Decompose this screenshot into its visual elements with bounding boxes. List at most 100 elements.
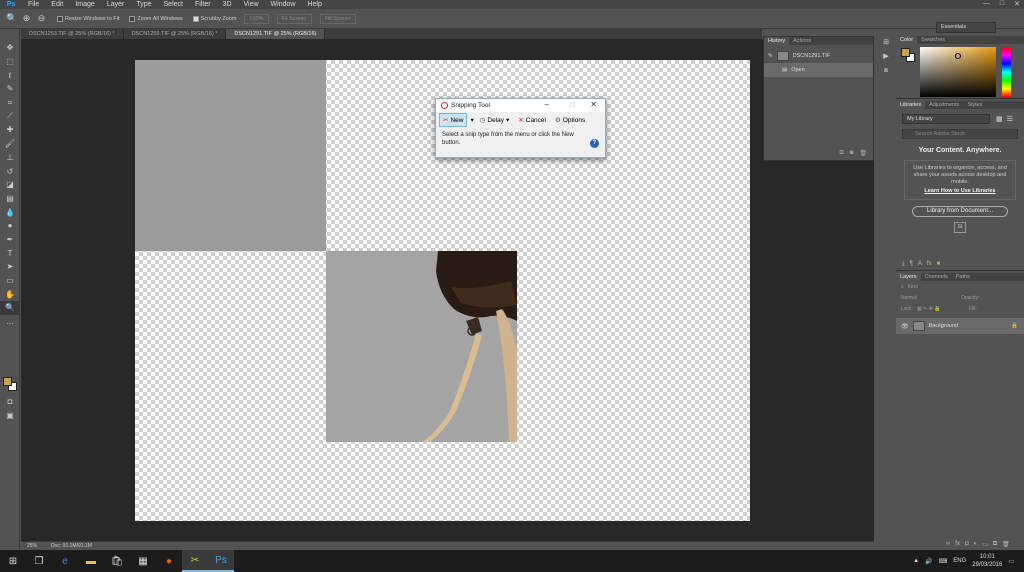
- type-tool-icon[interactable]: T: [0, 246, 20, 260]
- fill-screen-button[interactable]: Fill Screen: [319, 13, 356, 24]
- snip-minimize-button[interactable]: –: [545, 100, 549, 109]
- snip-close-button[interactable]: ✕: [590, 100, 597, 109]
- firefox-icon[interactable]: ●: [156, 550, 182, 572]
- scrubby-zoom-checkbox[interactable]: Scrubby Zoom: [192, 15, 236, 22]
- calculator-icon[interactable]: ▦: [130, 550, 156, 572]
- quick-select-tool-icon[interactable]: ✎: [0, 82, 20, 96]
- brush-tool-icon[interactable]: 🖌: [0, 137, 20, 151]
- lock-icons[interactable]: ▦ ✎ ✥ 🔒: [917, 306, 965, 312]
- gradient-tool-icon[interactable]: ▤: [0, 192, 20, 206]
- link-layers-icon[interactable]: ∞: [946, 541, 950, 548]
- color-fg-swatch[interactable]: [901, 48, 910, 57]
- volume-icon[interactable]: 🔊: [925, 558, 932, 565]
- play-icon[interactable]: ▶: [878, 50, 894, 64]
- delete-layer-icon[interactable]: 🗑: [1002, 541, 1010, 548]
- history-brush-icon[interactable]: ↺: [0, 164, 20, 178]
- zoom-in-icon[interactable]: ⊕: [21, 13, 32, 24]
- tab-styles[interactable]: Styles: [963, 101, 986, 109]
- delay-button[interactable]: ◷ Delay ▾: [477, 113, 513, 127]
- add-character-icon[interactable]: A: [918, 261, 922, 268]
- layer-style-icon[interactable]: fx: [955, 541, 960, 548]
- menu-image[interactable]: Image: [69, 1, 100, 8]
- menu-layer[interactable]: Layer: [101, 1, 131, 8]
- tab-channels[interactable]: Channels: [921, 273, 952, 281]
- menu-file[interactable]: File: [22, 1, 45, 8]
- tab-history[interactable]: History: [764, 37, 790, 45]
- history-step-open[interactable]: ▤ Open: [764, 63, 873, 77]
- workspace-select[interactable]: Essentials: [936, 22, 996, 33]
- new-snip-button[interactable]: ✂ New: [439, 113, 468, 127]
- move-tool-icon[interactable]: ✥: [0, 41, 20, 55]
- add-paragraph-icon[interactable]: ¶: [910, 261, 913, 268]
- library-from-document-button[interactable]: Library from Document...: [912, 206, 1008, 217]
- dodge-tool-icon[interactable]: ●: [0, 219, 20, 233]
- menu-3d[interactable]: 3D: [217, 1, 238, 8]
- menu-select[interactable]: Select: [158, 1, 189, 8]
- new-document-icon[interactable]: ⧉: [839, 150, 843, 160]
- path-select-tool-icon[interactable]: ➤: [0, 260, 20, 274]
- eraser-tool-icon[interactable]: ◪: [0, 178, 20, 192]
- store-icon[interactable]: 🛍: [104, 550, 130, 572]
- maximize-button[interactable]: □: [1000, 0, 1004, 8]
- zoom-out-icon[interactable]: ⊖: [36, 13, 47, 24]
- file-explorer-icon[interactable]: ▬: [78, 550, 104, 572]
- edge-icon[interactable]: e: [52, 550, 78, 572]
- pen-tool-icon[interactable]: ✒: [0, 233, 20, 247]
- layer-background[interactable]: 👁 Background 🔒: [896, 318, 1024, 334]
- grid-view-icon[interactable]: ▦: [996, 115, 1003, 123]
- stamp-tool-icon[interactable]: ⊥: [0, 151, 20, 165]
- doc-tab-1[interactable]: DSCN1253.TIF @ 25% (RGB/16) *: [21, 29, 124, 39]
- marquee-tool-icon[interactable]: ⬚: [0, 55, 20, 69]
- blend-mode-select[interactable]: Normal: [901, 295, 957, 301]
- layer-mask-icon[interactable]: ◘: [965, 541, 969, 548]
- hand-tool-icon[interactable]: ✋: [0, 287, 20, 301]
- menu-type[interactable]: Type: [130, 1, 157, 8]
- healing-tool-icon[interactable]: ✚: [0, 123, 20, 137]
- learn-libraries-link[interactable]: Learn How to Use Libraries: [909, 188, 1011, 195]
- screen-mode-icon[interactable]: ▣: [0, 409, 20, 423]
- clock[interactable]: 10:01 29/03/2016: [972, 553, 1002, 569]
- help-icon[interactable]: ?: [590, 139, 599, 148]
- add-content-icon[interactable]: ⤓: [902, 261, 905, 268]
- lasso-tool-icon[interactable]: ℓ: [0, 68, 20, 82]
- history-snapshot[interactable]: ✎ DSCN1291.TIF: [764, 49, 873, 63]
- task-view-icon[interactable]: ❐: [26, 550, 52, 572]
- zoom-level[interactable]: 25%: [27, 543, 37, 549]
- list-view-icon[interactable]: ☰: [1007, 115, 1013, 123]
- doc-tab-3[interactable]: DSCN1291.TIF @ 25% (RGB/16): [226, 29, 326, 39]
- camera-icon[interactable]: ◙: [850, 150, 854, 160]
- menu-help[interactable]: Help: [301, 1, 327, 8]
- cancel-button[interactable]: ✕ Cancel: [515, 113, 549, 127]
- notifications-icon[interactable]: ▭: [1008, 558, 1014, 565]
- trash-icon[interactable]: 🗑: [859, 150, 867, 160]
- photoshop-taskbar-icon[interactable]: Ps: [208, 550, 234, 572]
- menu-filter[interactable]: Filter: [189, 1, 217, 8]
- new-dropdown-icon[interactable]: ▾: [470, 116, 473, 124]
- menu-view[interactable]: View: [238, 1, 265, 8]
- doc-tab-2[interactable]: DSCN1259.TIF @ 25% (RGB/16) *: [124, 29, 227, 39]
- zoom-tool-icon[interactable]: 🔍: [0, 301, 20, 315]
- tab-layers[interactable]: Layers: [896, 273, 921, 281]
- resize-windows-checkbox[interactable]: Resize Windows to Fit: [57, 15, 119, 22]
- fit-screen-button[interactable]: Fit Screen: [276, 13, 312, 24]
- minimize-button[interactable]: —: [983, 0, 990, 8]
- menu-edit[interactable]: Edit: [45, 1, 69, 8]
- more-tools-icon[interactable]: …: [0, 315, 20, 329]
- keyboard-icon[interactable]: ⌨: [939, 558, 948, 565]
- library-select[interactable]: My Library: [902, 114, 990, 124]
- adjust-icon[interactable]: ⊞: [878, 36, 894, 50]
- stock-icon[interactable]: St: [954, 222, 966, 233]
- windows-start-icon[interactable]: ⊞: [0, 550, 26, 572]
- shape-tool-icon[interactable]: ▭: [0, 274, 20, 288]
- options-button[interactable]: ⚙ Options: [552, 113, 588, 127]
- new-layer-icon[interactable]: ⧉: [993, 541, 997, 548]
- eyedropper-tool-icon[interactable]: ⟋: [0, 109, 20, 123]
- zoom-100-button[interactable]: 100%: [244, 13, 269, 24]
- tab-adjustments[interactable]: Adjustments: [925, 101, 963, 109]
- snipping-tool-taskbar-icon[interactable]: ✂: [182, 550, 208, 572]
- blur-tool-icon[interactable]: 💧: [0, 205, 20, 219]
- adjustment-layer-icon[interactable]: ◐: [974, 541, 978, 548]
- network-icon[interactable]: ▲: [913, 558, 919, 564]
- zoom-tool-icon[interactable]: 🔍: [6, 13, 17, 24]
- tab-color[interactable]: Color: [896, 36, 918, 44]
